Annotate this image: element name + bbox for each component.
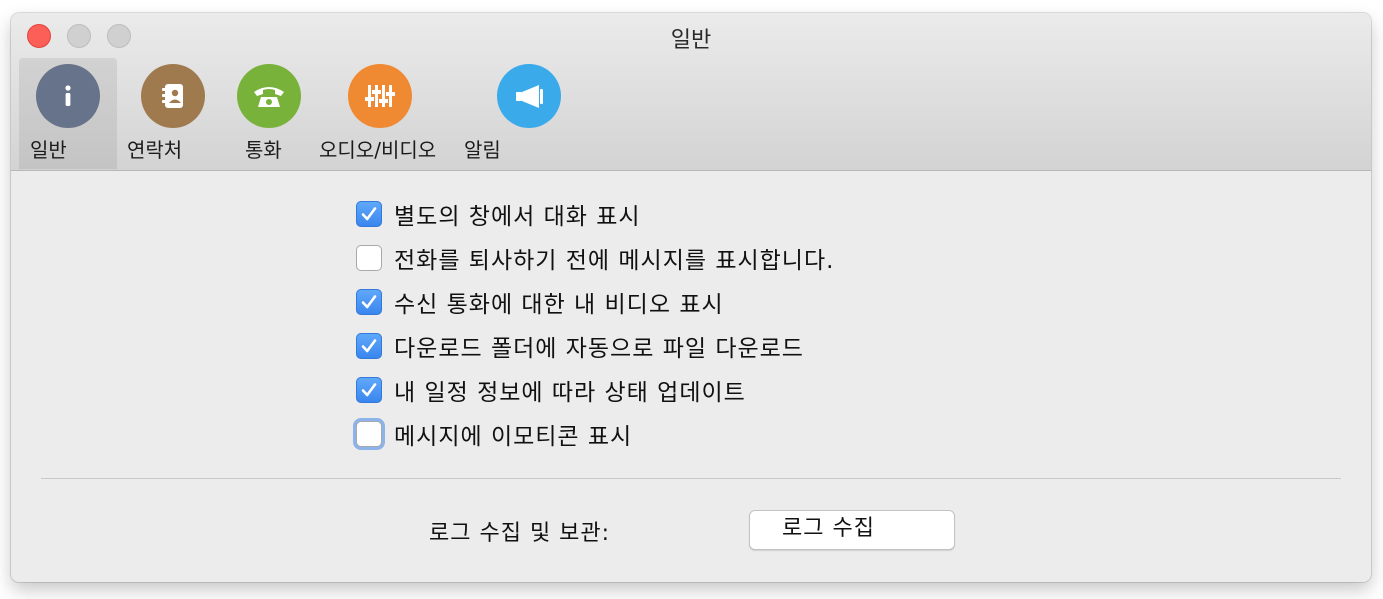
option-auto-download-files[interactable]: 다운로드 폴더에 자동으로 파일 다운로드	[356, 331, 804, 362]
checkbox-label: 전화를 퇴사하기 전에 메시지를 표시합니다.	[394, 248, 835, 274]
checkbox[interactable]	[356, 421, 382, 447]
option-show-message-before-leaving-call[interactable]: 전화를 퇴사하기 전에 메시지를 표시합니다.	[356, 243, 835, 274]
option-show-my-video-incoming-calls[interactable]: 수신 통화에 대한 내 비디오 표시	[356, 287, 724, 318]
tab-label: 연락처	[127, 138, 183, 162]
checkbox[interactable]	[356, 201, 382, 227]
title-bar: 일반 일반 연락처 통화 오디오/비디오 알림	[11, 13, 1371, 171]
checkbox-label: 수신 통화에 대한 내 비디오 표시	[394, 292, 724, 318]
info-icon	[36, 64, 100, 128]
checkbox-label: 다운로드 폴더에 자동으로 파일 다운로드	[394, 336, 804, 362]
tab-label: 알림	[464, 138, 501, 162]
tab-audio-video[interactable]: 오디오/비디오	[317, 58, 447, 169]
contacts-book-icon	[141, 64, 205, 128]
checkmark-icon	[361, 295, 377, 309]
tab-label: 통화	[245, 138, 282, 162]
telephone-icon	[237, 64, 301, 128]
checkbox[interactable]	[356, 289, 382, 315]
checkbox-label: 별도의 창에서 대화 표시	[394, 204, 641, 230]
megaphone-icon	[497, 64, 561, 128]
option-show-conversations-separate-window[interactable]: 별도의 창에서 대화 표시	[356, 199, 641, 230]
checkbox[interactable]	[356, 333, 382, 359]
option-show-emoticons-in-messages[interactable]: 메시지에 이모티콘 표시	[356, 419, 633, 450]
preferences-window: 일반 일반 연락처 통화 오디오/비디오 알림 별도의 창에서 대화 표시 전화…	[11, 13, 1371, 582]
checkmark-icon	[361, 383, 377, 397]
checkmark-icon	[361, 207, 377, 221]
log-collection-label: 로그 수집 및 보관:	[429, 521, 611, 546]
tab-label: 오디오/비디오	[319, 138, 437, 162]
checkbox[interactable]	[356, 245, 382, 271]
checkbox[interactable]	[356, 377, 382, 403]
option-update-status-from-calendar[interactable]: 내 일정 정보에 따라 상태 업데이트	[356, 375, 746, 406]
tab-contacts[interactable]: 연락처	[123, 58, 223, 169]
divider	[41, 478, 1341, 479]
tab-notifications[interactable]: 알림	[457, 58, 567, 169]
sliders-icon	[348, 64, 412, 128]
checkmark-icon	[361, 339, 377, 353]
window-title: 일반	[670, 28, 712, 53]
tab-general[interactable]: 일반	[19, 58, 117, 169]
collect-logs-button[interactable]: 로그 수집	[749, 510, 955, 550]
tab-calls[interactable]: 통화	[229, 58, 309, 169]
tab-label: 일반	[30, 138, 67, 162]
checkbox-label: 내 일정 정보에 따라 상태 업데이트	[394, 380, 746, 406]
checkbox-label: 메시지에 이모티콘 표시	[394, 424, 633, 450]
